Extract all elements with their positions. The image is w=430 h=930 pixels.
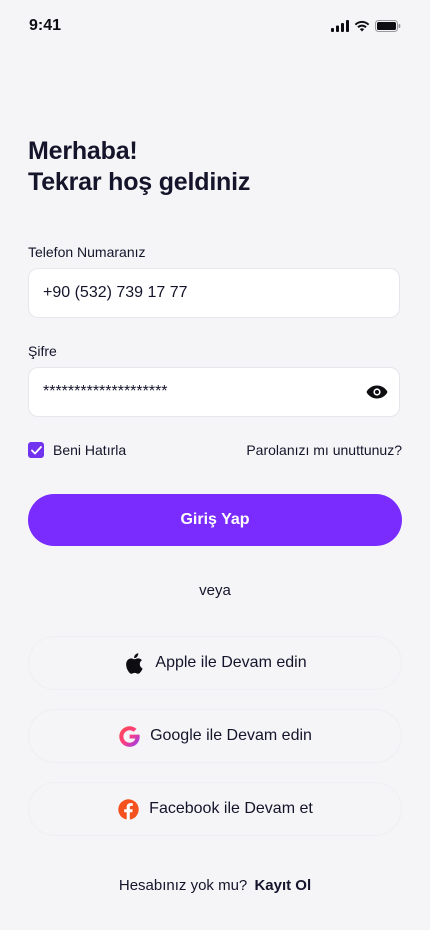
password-field[interactable] — [28, 367, 400, 417]
password-input[interactable] — [43, 368, 343, 416]
phone-field[interactable] — [28, 268, 400, 318]
status-icons — [331, 20, 401, 32]
cellular-signal-icon — [331, 20, 349, 32]
page-title: Merhaba! Tekrar hoş geldiniz — [28, 136, 250, 198]
status-time: 9:41 — [29, 17, 62, 34]
title-line-1: Merhaba! — [28, 137, 138, 165]
remember-me-checkbox[interactable]: Beni Hatırla — [28, 442, 126, 458]
title-line-2: Tekrar hoş geldiniz — [28, 168, 251, 196]
remember-me-label: Beni Hatırla — [53, 442, 127, 458]
login-screen: 9:41 Merhaba! Tekrar hoş geldiniz Telefo… — [0, 0, 430, 930]
battery-icon — [375, 20, 401, 32]
signup-link[interactable]: Kayıt Ol — [254, 877, 311, 894]
apple-signin-button[interactable]: Apple ile Devam edin — [28, 636, 402, 690]
apple-signin-label: Apple ile Devam edin — [155, 654, 307, 671]
signup-prompt: Hesabınız yok mu? Kayıt Ol — [0, 877, 430, 894]
phone-input[interactable] — [43, 269, 343, 317]
password-label: Şifre — [28, 343, 57, 359]
wifi-icon — [354, 20, 370, 32]
google-signin-label: Google ile Devam edin — [150, 727, 312, 744]
apple-icon — [123, 652, 145, 674]
login-button[interactable]: Giriş Yap — [28, 494, 402, 546]
facebook-signin-label: Facebook ile Devam et — [149, 800, 313, 817]
google-icon — [118, 725, 140, 747]
google-signin-button[interactable]: Google ile Devam edin — [28, 709, 402, 763]
or-divider: veya — [199, 582, 231, 599]
facebook-icon — [117, 798, 139, 820]
signup-question: Hesabınız yok mu? — [118, 877, 248, 894]
eye-icon[interactable] — [366, 382, 388, 402]
status-bar: 9:41 — [0, 0, 430, 56]
phone-label: Telefon Numaranız — [28, 244, 146, 260]
forgot-password-link[interactable]: Parolanızı mı unuttunuz? — [246, 442, 402, 458]
facebook-signin-button[interactable]: Facebook ile Devam et — [28, 782, 402, 836]
check-icon[interactable] — [28, 442, 44, 458]
